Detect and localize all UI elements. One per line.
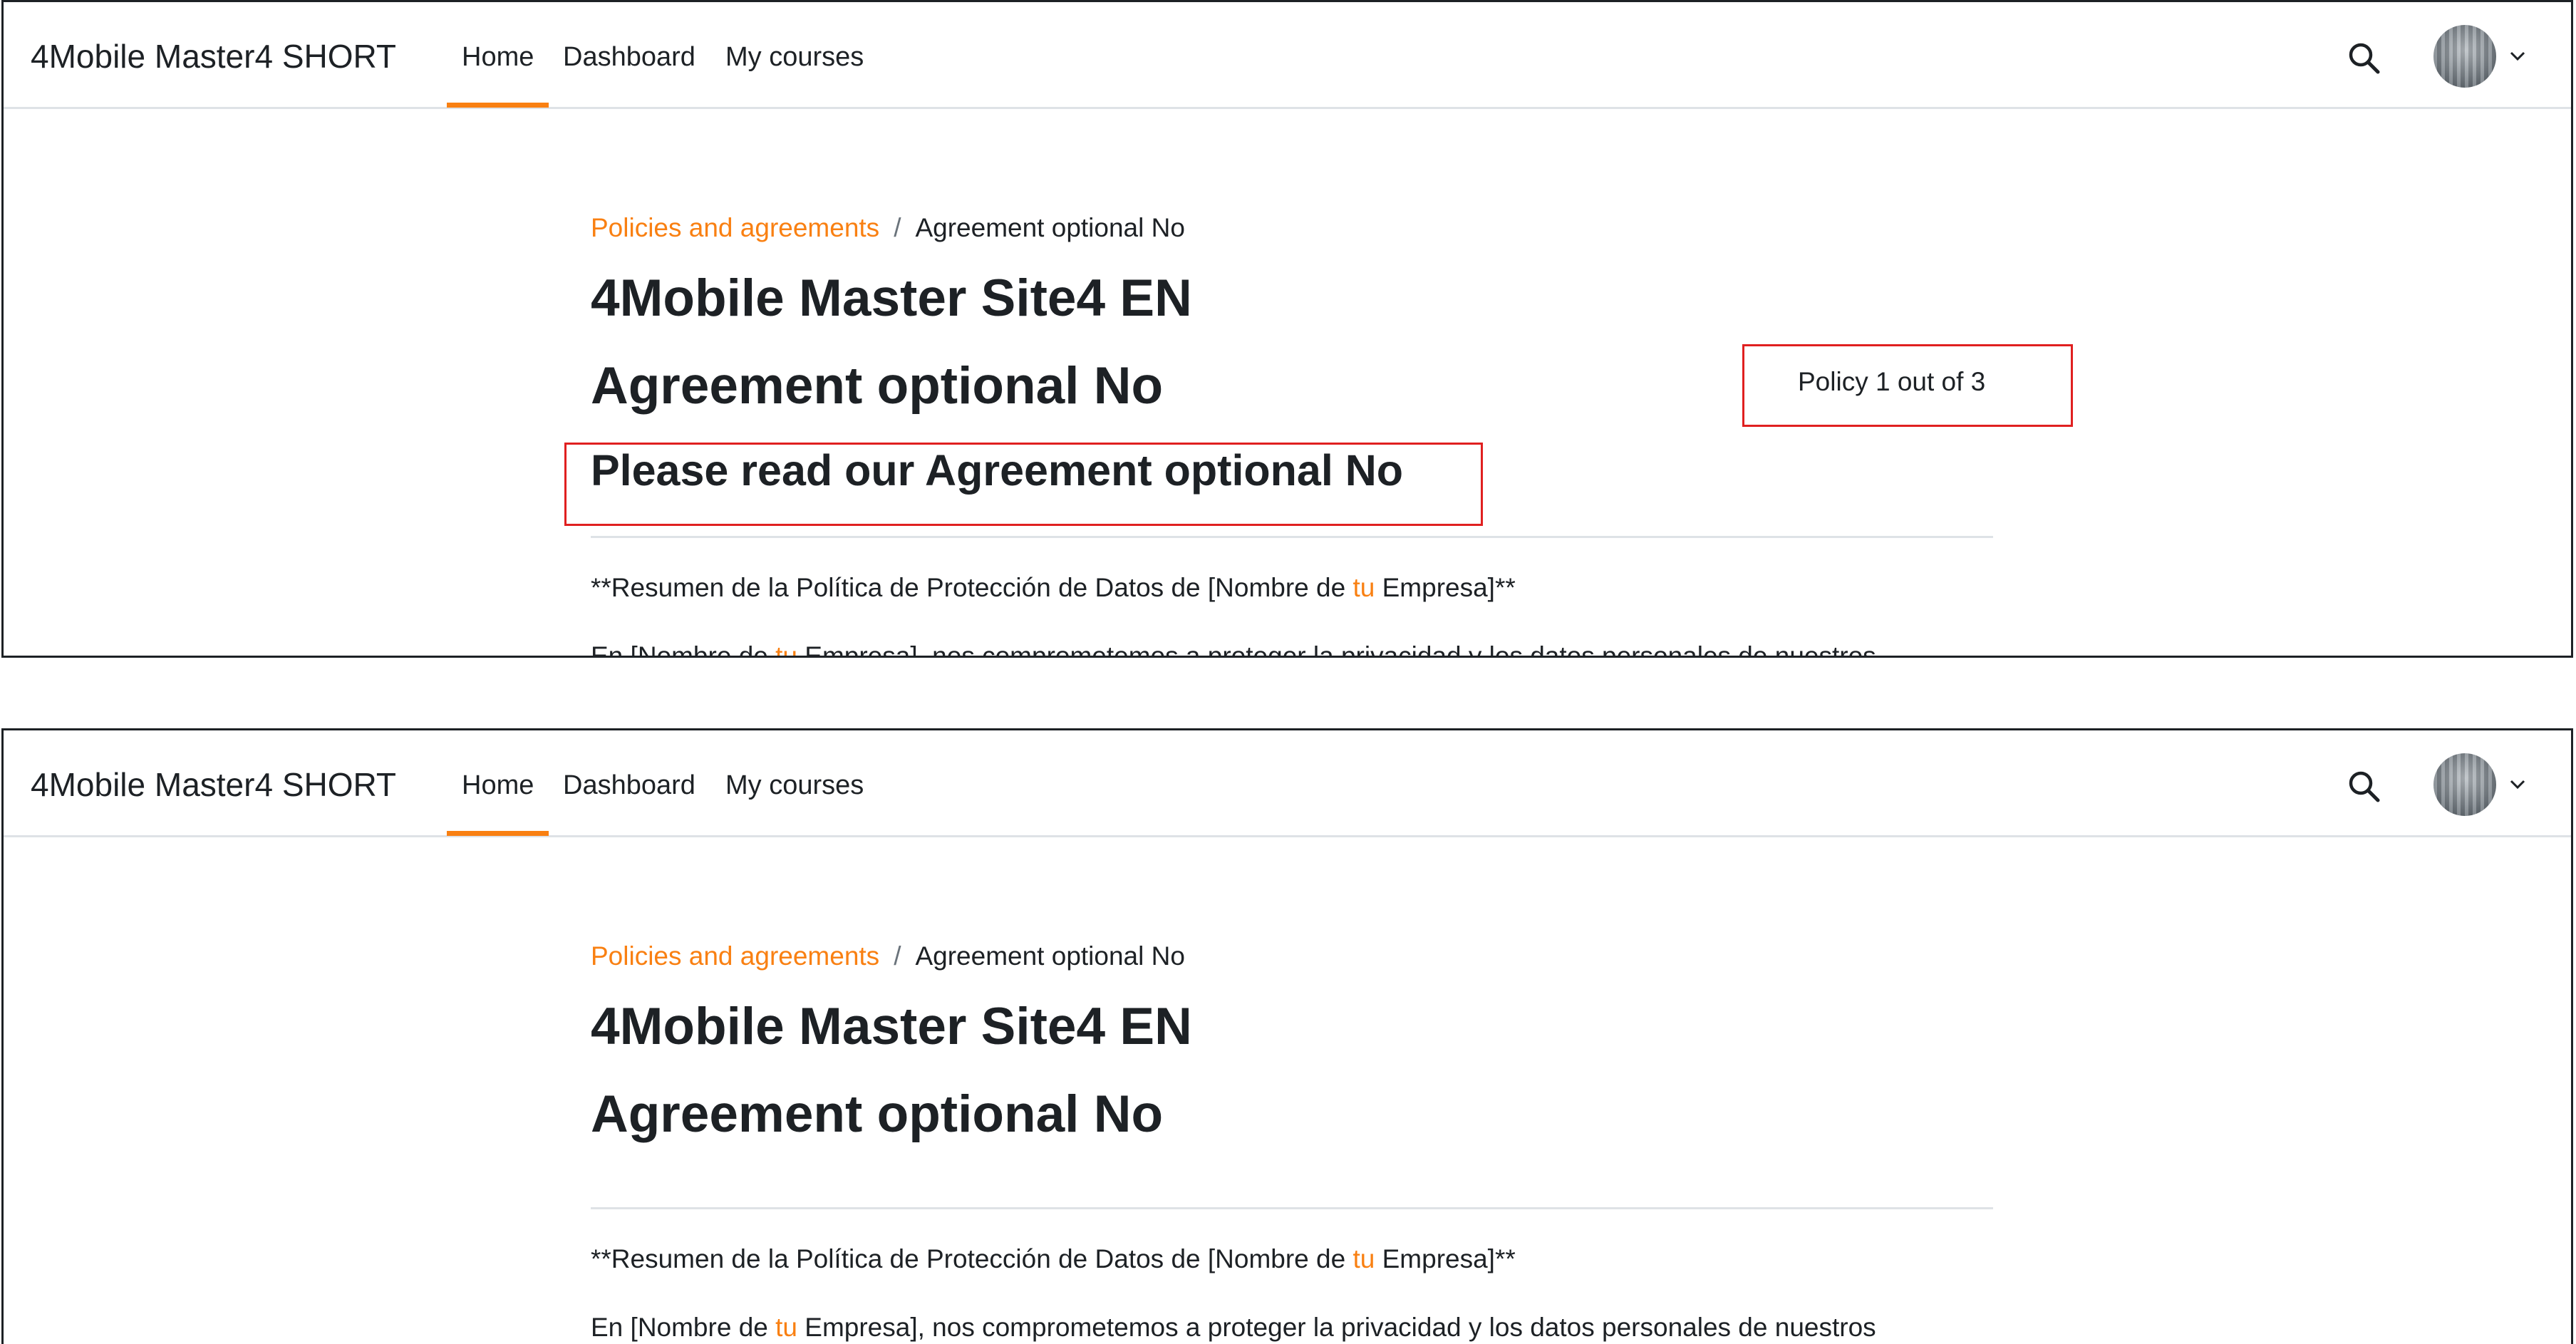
divider	[591, 536, 1993, 538]
nav-active-indicator	[447, 831, 549, 836]
policy-count: Policy 1 out of 3	[1798, 367, 1986, 396]
breadcrumb: Policies and agreements / Agreement option…	[591, 940, 1185, 973]
nav-my-courses[interactable]: My courses	[725, 40, 864, 74]
site-brand[interactable]: 4Mobile Master4 SHORT	[31, 36, 396, 76]
nav-active-indicator	[447, 103, 549, 108]
breadcrumb-separator: /	[894, 213, 901, 242]
highlight-please-read	[564, 443, 1483, 526]
intro-text-accent: tu	[775, 1313, 797, 1342]
breadcrumb-link-policies[interactable]: Policies and agreements	[591, 941, 879, 971]
comparison-screenshot: 4Mobile Master4 SHORT Home Dashboard My …	[0, 0, 2576, 1344]
divider	[591, 1207, 1993, 1209]
nav-home[interactable]: Home	[462, 768, 534, 802]
intro-text-prefix: En [Nombre de	[591, 1313, 776, 1342]
chevron-down-icon[interactable]	[2509, 49, 2526, 63]
breadcrumb-current: Agreement optional No	[915, 941, 1185, 971]
summary-text-accent: tu	[1352, 573, 1375, 602]
site-title: 4Mobile Master Site4 EN	[591, 269, 1192, 327]
intro-text-suffix: Empresa], nos comprometemos a proteger l…	[797, 1313, 1876, 1342]
breadcrumb-link-policies[interactable]: Policies and agreements	[591, 213, 879, 242]
nav-dashboard[interactable]: Dashboard	[563, 40, 695, 74]
breadcrumb: Policies and agreements / Agreement option…	[591, 212, 1185, 244]
user-avatar[interactable]	[2433, 753, 2496, 816]
site-title: 4Mobile Master Site4 EN	[591, 998, 1192, 1055]
summary-text-prefix: **Resumen de la Política de Protección d…	[591, 1244, 1353, 1273]
panel-bottom: 4Mobile Master4 SHORT Home Dashboard My …	[1, 728, 2573, 1344]
nav-my-courses[interactable]: My courses	[725, 768, 864, 802]
policy-intro-text: En [Nombre de tu Empresa], nos compromet…	[591, 640, 1876, 658]
breadcrumb-separator: /	[894, 941, 901, 971]
nav-home[interactable]: Home	[462, 40, 534, 74]
navbar: 4Mobile Master4 SHORT Home Dashboard My …	[4, 730, 2571, 837]
intro-text-suffix: Empresa], nos comprometemos a proteger l…	[797, 641, 1876, 658]
policy-summary-heading: **Resumen de la Política de Protección d…	[591, 1243, 1516, 1276]
site-brand[interactable]: 4Mobile Master4 SHORT	[31, 765, 396, 805]
search-icon[interactable]	[2347, 769, 2381, 803]
user-avatar[interactable]	[2433, 25, 2496, 88]
policy-title: Agreement optional No	[591, 357, 1164, 415]
policy-intro-text: En [Nombre de tu Empresa], nos compromet…	[591, 1311, 1876, 1344]
intro-text-accent: tu	[775, 641, 797, 658]
navbar: 4Mobile Master4 SHORT Home Dashboard My …	[4, 2, 2571, 109]
search-icon[interactable]	[2347, 41, 2381, 75]
summary-text-prefix: **Resumen de la Política de Protección d…	[591, 573, 1353, 602]
summary-text-accent: tu	[1352, 1244, 1375, 1273]
intro-text-prefix: En [Nombre de	[591, 641, 776, 658]
nav-dashboard[interactable]: Dashboard	[563, 768, 695, 802]
policy-title: Agreement optional No	[591, 1085, 1164, 1143]
policy-summary-heading: **Resumen de la Política de Protección d…	[591, 572, 1516, 604]
summary-text-suffix: Empresa]**	[1375, 573, 1516, 602]
panel-top: 4Mobile Master4 SHORT Home Dashboard My …	[1, 0, 2573, 658]
chevron-down-icon[interactable]	[2509, 777, 2526, 792]
breadcrumb-current: Agreement optional No	[915, 213, 1185, 242]
summary-text-suffix: Empresa]**	[1375, 1244, 1516, 1273]
